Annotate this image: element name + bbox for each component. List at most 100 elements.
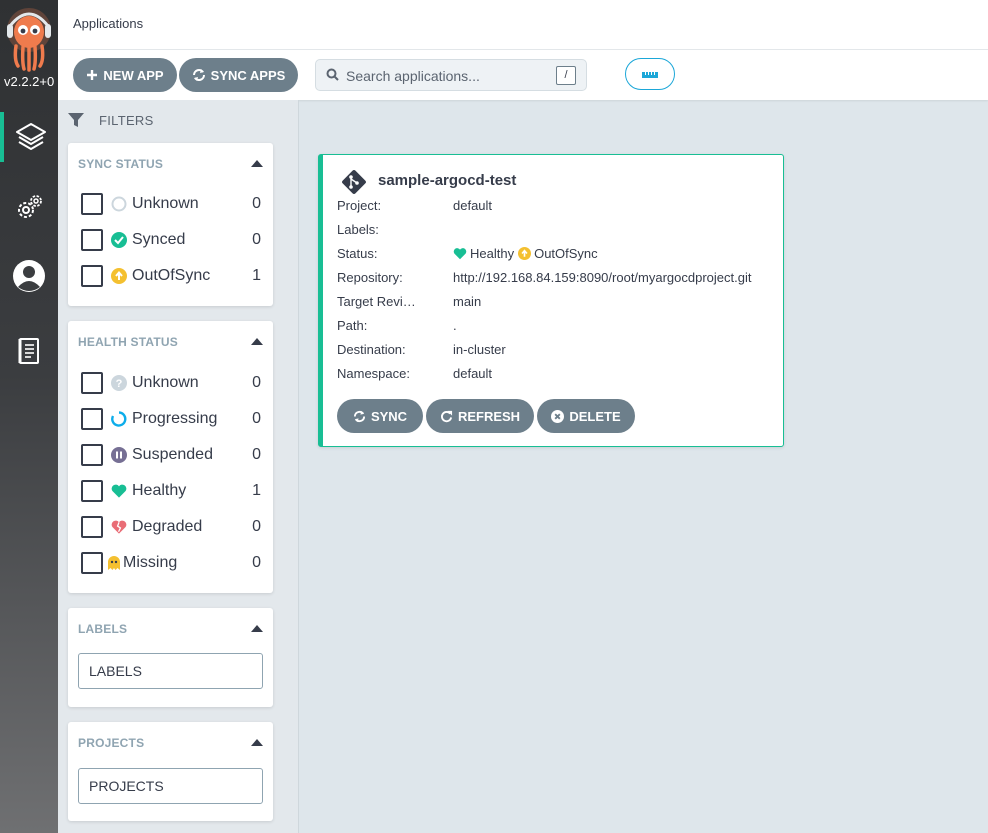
version-label: v2.2.2+0 — [4, 74, 55, 89]
filter-label: Suspended — [132, 446, 213, 463]
projects-title: PROJECTS — [78, 736, 145, 750]
checkbox[interactable] — [81, 408, 103, 430]
layers-icon — [16, 123, 46, 150]
sync-button[interactable]: SYNC — [337, 399, 423, 433]
filter-count: 0 — [252, 446, 261, 463]
health-status-text: Healthy — [470, 246, 515, 261]
filter-label: Missing — [123, 554, 178, 571]
redo-icon — [440, 410, 453, 423]
collapse-caret-icon[interactable] — [251, 338, 263, 345]
search-input[interactable] — [346, 66, 566, 86]
sync-apps-label: SYNC APPS — [210, 67, 286, 83]
delete-label: DELETE — [569, 408, 621, 424]
nav-settings[interactable] — [0, 183, 58, 233]
filter-label: Unknown — [132, 374, 199, 391]
checkbox[interactable] — [81, 516, 103, 538]
nav-applications[interactable] — [0, 112, 58, 162]
row-value: default — [453, 366, 493, 381]
refresh-button[interactable]: REFRESH — [426, 399, 534, 433]
row-key: Namespace: — [337, 366, 410, 381]
labels-input[interactable] — [78, 653, 263, 689]
filter-health-degraded[interactable]: Degraded 0 — [81, 515, 261, 539]
nav-user-info[interactable] — [0, 251, 58, 301]
view-toggle-button[interactable] — [625, 58, 675, 90]
git-icon — [341, 169, 367, 200]
health-status-panel: HEALTH STATUS ? Unknown 0 Progressing 0 … — [68, 321, 273, 593]
pause-circle-icon — [111, 447, 127, 463]
filter-health-progressing[interactable]: Progressing 0 — [81, 407, 261, 431]
app-name[interactable]: sample-argocd-test — [378, 172, 516, 189]
row-key: Destination: — [337, 342, 406, 357]
sync-icon — [192, 68, 206, 82]
filter-label: Degraded — [132, 518, 203, 535]
sync-status-text: OutOfSync — [534, 246, 598, 261]
checkbox[interactable] — [81, 372, 103, 394]
gears-icon — [18, 195, 42, 218]
sync-apps-button[interactable]: SYNC APPS — [179, 58, 298, 92]
filters-header: FILTERS — [68, 112, 154, 128]
heart-broken-icon — [111, 519, 127, 535]
app-row-namespace: Namespace: default — [337, 366, 777, 384]
filter-count: 0 — [252, 374, 261, 391]
row-value: http://192.168.84.159:8090/root/myargocd… — [453, 270, 752, 285]
delete-button[interactable]: DELETE — [537, 399, 635, 433]
search-icon — [326, 68, 339, 86]
spinner-icon — [111, 411, 127, 427]
new-app-button[interactable]: NEW APP — [73, 58, 177, 92]
argo-logo[interactable] — [4, 6, 54, 72]
filter-health-missing[interactable]: Missing 0 — [81, 551, 261, 575]
filter-sync-synced[interactable]: Synced 0 — [81, 228, 261, 252]
filter-count: 1 — [252, 482, 261, 499]
sync-status-panel: SYNC STATUS Unknown 0 Synced 0 OutOfSync… — [68, 143, 273, 306]
projects-input[interactable] — [78, 768, 263, 804]
arrow-up-circle-icon — [518, 247, 532, 260]
health-status-title: HEALTH STATUS — [78, 335, 178, 349]
filters-title: FILTERS — [99, 112, 154, 128]
row-value: . — [453, 318, 457, 333]
row-key: Repository: — [337, 270, 403, 285]
app-row-repository: Repository: http://192.168.84.159:8090/r… — [337, 270, 777, 288]
filter-count: 1 — [252, 267, 261, 284]
sync-label: SYNC — [370, 408, 408, 424]
checkbox[interactable] — [81, 444, 103, 466]
user-circle-icon — [13, 260, 45, 292]
checkbox[interactable] — [81, 193, 103, 215]
filter-label: Synced — [132, 231, 186, 248]
filter-health-suspended[interactable]: Suspended 0 — [81, 443, 261, 467]
collapse-caret-icon[interactable] — [251, 739, 263, 746]
refresh-label: REFRESH — [457, 408, 521, 424]
collapse-caret-icon[interactable] — [251, 160, 263, 167]
circle-outline-icon — [111, 196, 127, 212]
checkbox[interactable] — [81, 265, 103, 287]
row-key: Labels: — [337, 222, 379, 237]
checkbox[interactable] — [81, 229, 103, 251]
page-title: Applications — [73, 16, 144, 31]
toolbar: NEW APP SYNC APPS / — [58, 50, 988, 100]
row-value: Healthy OutOfSync — [453, 246, 598, 261]
search-box[interactable]: / — [315, 59, 587, 91]
filter-sync-outofsync[interactable]: OutOfSync 1 — [81, 264, 261, 288]
question-circle-icon: ? — [111, 375, 127, 391]
nav-docs[interactable] — [0, 326, 58, 376]
row-key: Target Revision: — [337, 294, 422, 309]
filter-health-healthy[interactable]: Healthy 1 — [81, 479, 261, 503]
row-key: Project: — [337, 198, 382, 213]
filters-sidebar: FILTERS SYNC STATUS Unknown 0 Synced 0 O… — [58, 100, 299, 833]
collapse-caret-icon[interactable] — [251, 625, 263, 632]
application-card[interactable]: sample-argocd-test Project: default Labe… — [318, 154, 784, 447]
times-circle-icon — [551, 409, 565, 423]
filter-label: OutOfSync — [132, 267, 211, 284]
sync-status-title: SYNC STATUS — [78, 157, 164, 171]
app-row-status: Status: Healthy OutOfSync — [337, 246, 777, 264]
ruler-icon — [642, 72, 658, 78]
filter-count: 0 — [252, 554, 261, 571]
new-app-label: NEW APP — [103, 67, 164, 83]
checkbox[interactable] — [81, 480, 103, 502]
filter-health-unknown[interactable]: ? Unknown 0 — [81, 371, 261, 395]
checkbox[interactable] — [81, 552, 103, 574]
sync-icon — [353, 410, 366, 423]
filter-sync-unknown[interactable]: Unknown 0 — [81, 192, 261, 216]
row-value: in-cluster — [453, 342, 506, 357]
book-icon — [18, 338, 39, 364]
left-nav: v2.2.2+0 — [0, 0, 58, 833]
